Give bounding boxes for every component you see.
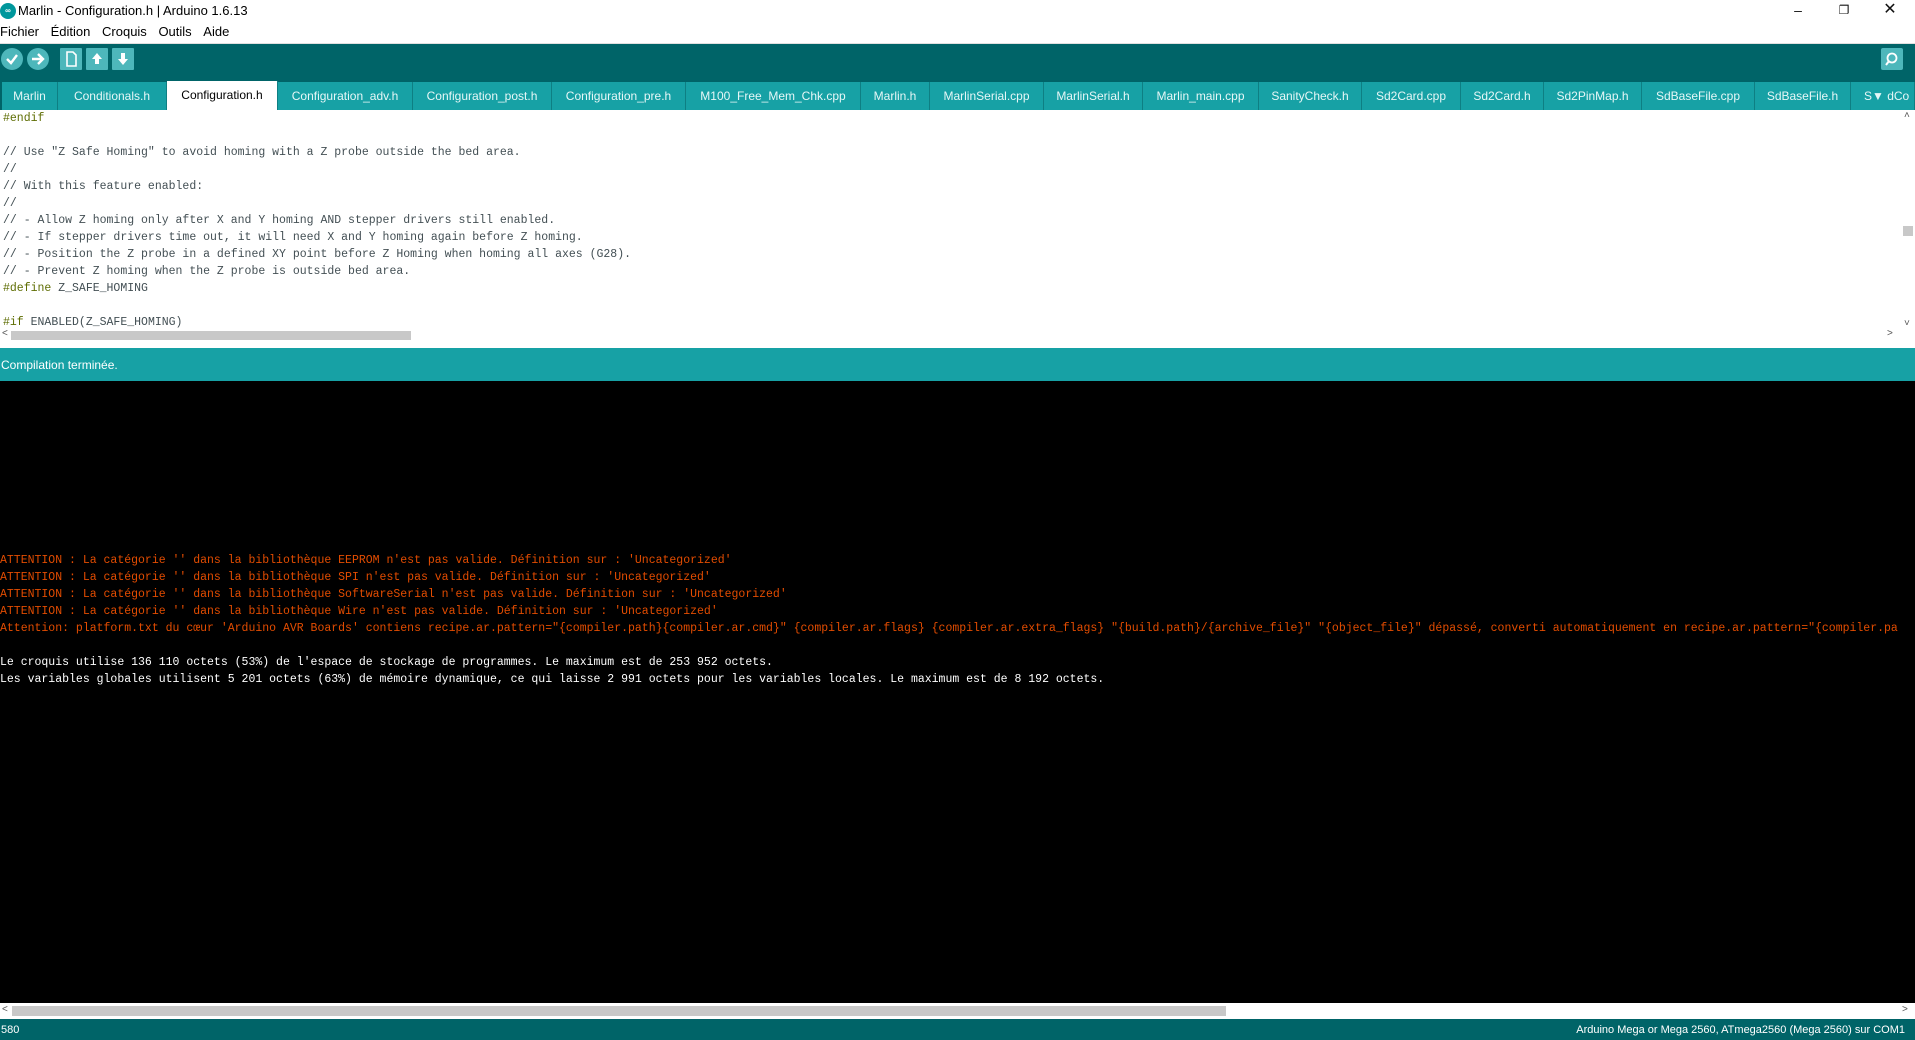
status-bar: Compilation terminée. [0,348,1915,381]
code-text: // - Position the Z probe in a defined X… [3,248,632,261]
tab-marlin-main-cpp[interactable]: Marlin_main.cpp [1143,82,1259,110]
tab-marlin-h[interactable]: Marlin.h [861,82,930,110]
console-warning-line: ATTENTION : La catégorie '' dans la bibl… [0,571,711,584]
menu-aide[interactable]: Aide [203,22,229,42]
menu-bar: Fichier Édition Croquis Outils Aide [0,22,1915,42]
code-line: #if ENABLED(Z_SAFE_HOMING) [3,314,631,329]
tab-configuration-pre-h[interactable]: Configuration_pre.h [552,82,686,110]
tab-overflow-menu[interactable]: S▼ dCo [1851,82,1915,110]
verify-icon[interactable] [1,48,23,70]
tab-marlinserial-h[interactable]: MarlinSerial.h [1044,82,1143,110]
console-warning-line: Attention: platform.txt du cœur 'Arduino… [0,622,1898,635]
scroll-thumb[interactable] [12,1006,1226,1016]
code-line: // - If stepper drivers time out, it wil… [3,229,631,246]
scroll-left-icon[interactable]: ˂ [2,1004,8,1015]
code-line: // - Prevent Z homing when the Z probe i… [3,263,631,280]
scroll-right-icon[interactable]: ˃ [1887,328,1893,339]
window-title: Marlin - Configuration.h | Arduino 1.6.1… [18,3,248,18]
editor-horizontal-scrollbar[interactable]: ˂ ˃ [0,328,1915,342]
code-text: // With this feature enabled: [3,180,204,193]
code-text: Z_SAFE_HOMING [51,282,148,295]
menu-outils[interactable]: Outils [158,22,191,42]
restore-icon[interactable]: ❐ [1821,0,1867,22]
tab-sd2card-h[interactable]: Sd2Card.h [1461,82,1544,110]
editor-vertical-scrollbar[interactable]: ˄ ˅ [1901,110,1915,329]
code-line: // [3,195,631,212]
serial-monitor-icon[interactable] [1881,48,1903,70]
code-line: #endif [3,110,631,127]
code-text: // Use "Z Safe Homing" to avoid homing w… [3,146,521,159]
console-warning-line: ATTENTION : La catégorie '' dans la bibl… [0,554,732,567]
code-lines: #endif // Use "Z Safe Homing" to avoid h… [3,110,631,329]
menu-fichier[interactable]: Fichier [0,22,39,42]
code-line: // With this feature enabled: [3,178,631,195]
tab-configuration-post-h[interactable]: Configuration_post.h [413,82,552,110]
minimize-icon[interactable]: – [1775,0,1821,22]
tab-marlinserial-cpp[interactable]: MarlinSerial.cpp [930,82,1044,110]
code-keyword: #endif [3,112,45,125]
code-text: // [3,163,17,176]
title-bar: ∞ Marlin - Configuration.h | Arduino 1.6… [0,0,1915,22]
code-line: // - Position the Z probe in a defined X… [3,246,631,263]
tab-m100-free-mem-chk-cpp[interactable]: M100_Free_Mem_Chk.cpp [686,82,861,110]
code-line: #define Z_SAFE_HOMING [3,280,631,297]
upload-icon[interactable] [27,48,49,70]
scroll-left-icon[interactable]: ˂ [2,328,8,339]
console-warning-line: ATTENTION : La catégorie '' dans la bibl… [0,588,787,601]
tab-configuration-adv-h[interactable]: Configuration_adv.h [278,82,413,110]
scroll-up-icon[interactable]: ˄ [1904,110,1910,121]
line-number: 580 [1,1024,20,1036]
scroll-thumb[interactable] [11,331,411,340]
code-line: // [3,161,631,178]
menu-edition[interactable]: Édition [51,22,91,42]
menu-croquis[interactable]: Croquis [102,22,147,42]
code-text: // - Prevent Z homing when the Z probe i… [3,265,411,278]
console-warning-line: ATTENTION : La catégorie '' dans la bibl… [0,605,718,618]
console-horizontal-scrollbar[interactable]: ˂ ˃ [0,1003,1915,1019]
tab-sd2pinmap-h[interactable]: Sd2PinMap.h [1544,82,1642,110]
code-keyword: #define [3,282,52,295]
code-editor[interactable]: #endif // Use "Z Safe Homing" to avoid h… [0,110,1915,329]
code-text: // - If stepper drivers time out, it wil… [3,231,583,244]
code-text: // [3,197,17,210]
status-message: Compilation terminée. [1,358,118,372]
board-info: Arduino Mega or Mega 2560, ATmega2560 (M… [1576,1024,1905,1036]
tab-bar: Marlin Conditionals.h Configuration.h Co… [0,75,1915,110]
footer-bar: 580 Arduino Mega or Mega 2560, ATmega256… [0,1019,1915,1040]
arduino-logo-icon: ∞ [0,3,16,19]
scroll-thumb[interactable] [1903,226,1913,236]
toolbar [0,43,1915,75]
tab-configuration-h[interactable]: Configuration.h [167,81,278,110]
console-info-line: Les variables globales utilisent 5 201 o… [0,673,1105,686]
tab-sdbasefile-cpp[interactable]: SdBaseFile.cpp [1642,82,1755,110]
console-output[interactable]: ATTENTION : La catégorie '' dans la bibl… [0,381,1915,1003]
scroll-right-icon[interactable]: ˃ [1902,1004,1908,1015]
close-icon[interactable]: ✕ [1867,0,1913,22]
code-line: // Use "Z Safe Homing" to avoid homing w… [3,144,631,161]
tab-sd2card-cpp[interactable]: Sd2Card.cpp [1362,82,1461,110]
save-icon[interactable] [112,48,134,70]
tab-marlin[interactable]: Marlin [2,82,58,110]
console-info-line: Le croquis utilise 136 110 octets (53%) … [0,656,773,669]
code-line [3,297,631,314]
code-line: // - Allow Z homing only after X and Y h… [3,212,631,229]
tab-sdbasefile-h[interactable]: SdBaseFile.h [1755,82,1851,110]
tab-conditionals-h[interactable]: Conditionals.h [58,82,167,110]
new-icon[interactable] [60,48,82,70]
open-icon[interactable] [86,48,108,70]
tab-sanitycheck-h[interactable]: SanityCheck.h [1259,82,1362,110]
code-line [3,127,631,144]
code-text: // - Allow Z homing only after X and Y h… [3,214,556,227]
